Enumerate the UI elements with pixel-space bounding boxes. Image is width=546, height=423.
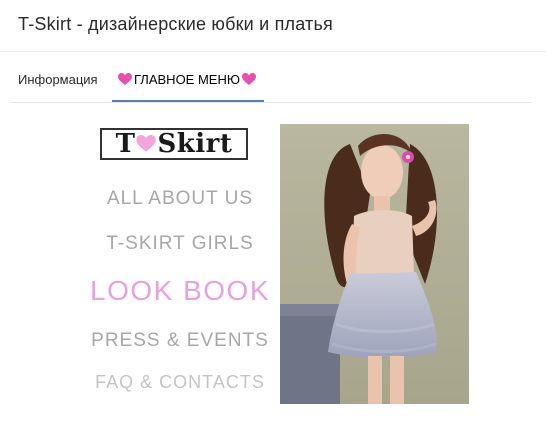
menu-link-tskirt-girls[interactable]: T-SKIRT GIRLS: [80, 233, 280, 255]
logo-heart-icon: [136, 135, 157, 152]
pink-heart-icon: [242, 73, 256, 85]
page-title: T-Skirt - дизайнерские юбки и платья: [18, 14, 334, 34]
tab-bar: Информация ГЛАВНОЕ МЕНЮ: [0, 52, 546, 104]
menu-link-all-about-us[interactable]: ALL ABOUT US: [80, 188, 280, 210]
menu-link-look-book[interactable]: LOOK BOOK: [80, 275, 280, 307]
model-photo-illustration: [280, 124, 469, 404]
tab-main-menu-label: ГЛАВНОЕ МЕНЮ: [134, 72, 240, 87]
menu-link-faq-contacts[interactable]: FAQ & CONTACTS: [80, 372, 280, 393]
tskirt-logo[interactable]: T Skirt: [100, 128, 248, 160]
tab-main-menu[interactable]: ГЛАВНОЕ МЕНЮ: [118, 72, 256, 87]
logo-text-skirt: Skirt: [157, 129, 233, 159]
menu-link-press-events[interactable]: PRESS & EVENTS: [80, 330, 280, 352]
pink-heart-icon: [118, 73, 132, 85]
model-photo[interactable]: [280, 124, 469, 404]
tabs-divider: [10, 102, 532, 103]
logo-text-t: T: [115, 129, 136, 159]
menu-image-area: T Skirt ALL ABOUT US T-SKIRT GIRLS LOOK …: [80, 120, 280, 410]
page-header: T-Skirt - дизайнерские юбки и платья: [0, 0, 546, 52]
tab-information[interactable]: Информация: [18, 72, 98, 87]
